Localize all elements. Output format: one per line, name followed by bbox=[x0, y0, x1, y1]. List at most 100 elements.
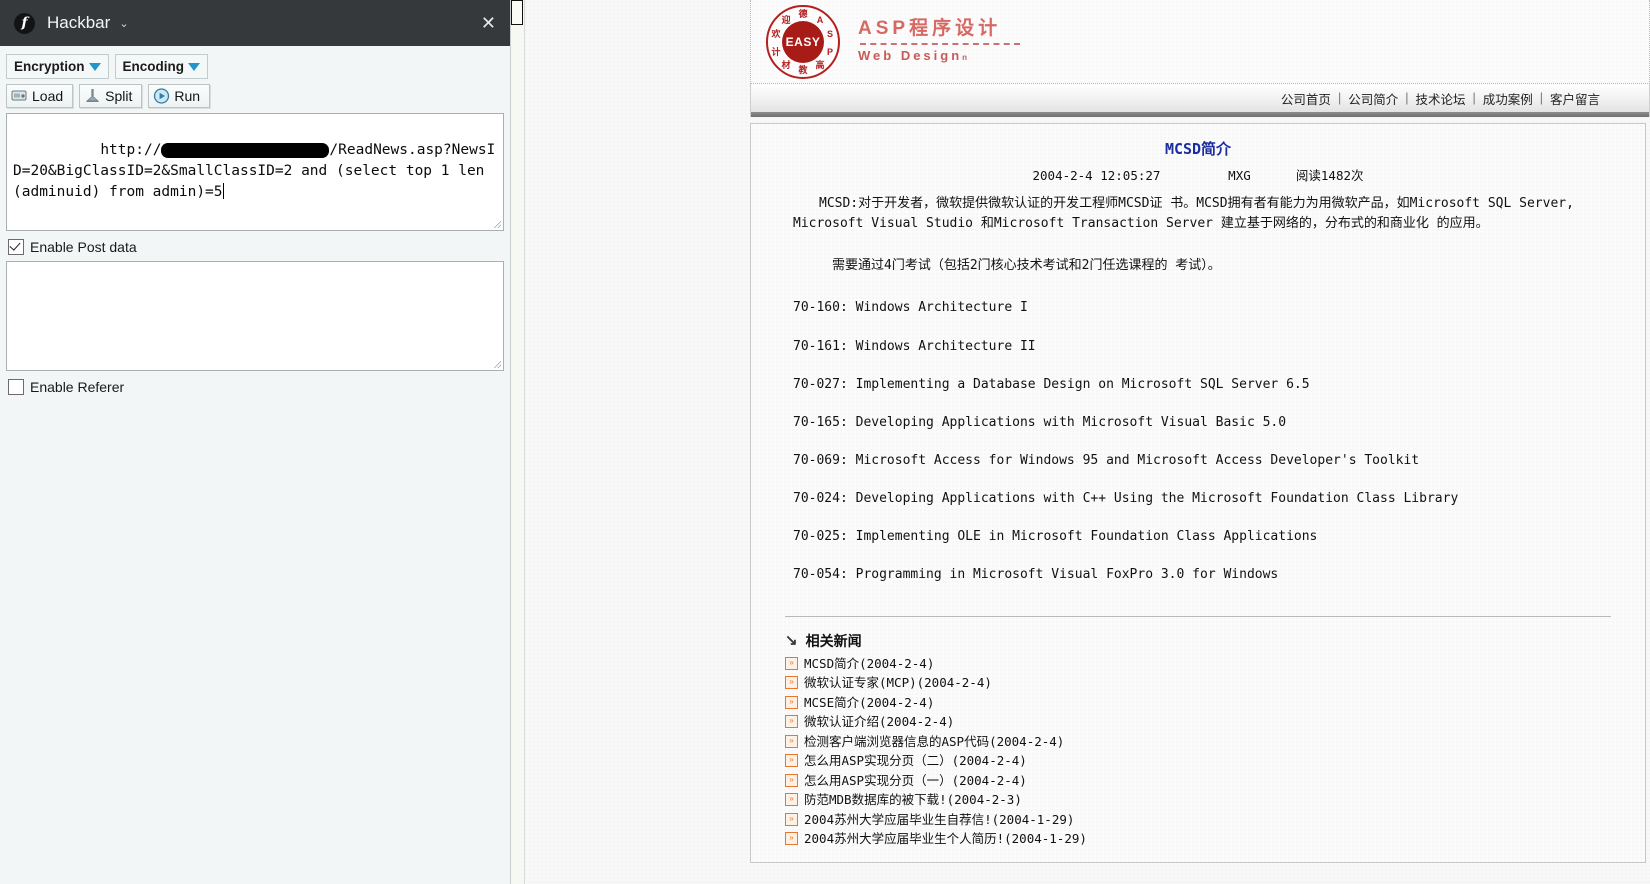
enable-referer-checkbox[interactable] bbox=[8, 379, 24, 395]
exam-line: 70-069: Microsoft Access for Windows 95 … bbox=[793, 452, 1420, 468]
arrow-bullet-icon: » bbox=[785, 812, 798, 826]
chevron-down-icon bbox=[188, 62, 201, 71]
arrow-bullet-icon: » bbox=[785, 773, 798, 787]
url-input[interactable]: http:///ReadNews.asp?NewsID=20&BigClassI… bbox=[6, 113, 504, 231]
text-caret bbox=[222, 183, 224, 199]
run-button-label: Run bbox=[174, 87, 201, 104]
list-item[interactable]: » 微软认证专家(MCP)(2004-2-4) bbox=[785, 673, 1617, 693]
related-news-link[interactable]: 微软认证专家(MCP)(2004-2-4) bbox=[804, 673, 992, 693]
enable-post-data-checkbox[interactable] bbox=[8, 239, 24, 255]
hackbar-dropdown-row: Encryption Encoding bbox=[6, 54, 504, 79]
logo-text-block: ASP程序设计 Web Designn bbox=[858, 18, 1020, 66]
split-button-label: Split bbox=[105, 87, 133, 104]
site-header: 德 A S P 高 教 材 计 欢 迎 EASY ASP程序设计 Web Des… bbox=[750, 0, 1650, 84]
redacted-host bbox=[161, 142, 330, 158]
logo-title: ASP程序设计 bbox=[858, 17, 1002, 39]
url-input-text: http:///ReadNews.asp?NewsID=20&BigClassI… bbox=[13, 142, 495, 200]
list-item[interactable]: » 2004苏州大学应届毕业生个人简历!(2004-1-29) bbox=[785, 829, 1617, 849]
nav-item-about[interactable]: 公司简介 bbox=[1341, 89, 1405, 108]
related-news-link[interactable]: 防范MDB数据库的被下载!(2004-2-3) bbox=[804, 790, 1022, 810]
arrow-bullet-icon: » bbox=[785, 754, 798, 768]
nav-item-forum[interactable]: 技术论坛 bbox=[1408, 89, 1472, 108]
arrow-bullet-icon: » bbox=[785, 656, 798, 670]
arrow-bullet-icon: » bbox=[785, 715, 798, 729]
related-news-link[interactable]: 怎么用ASP实现分页（一）(2004-2-4) bbox=[804, 771, 1027, 791]
close-icon[interactable]: ✕ bbox=[481, 14, 496, 32]
list-item[interactable]: » 微软认证介绍(2004-2-4) bbox=[785, 712, 1617, 732]
article-card: MCSD简介 2004-2-4 12:05:27 MXG 阅读1482次 MCS… bbox=[750, 123, 1646, 863]
exam-line: 70-025: Implementing OLE in Microsoft Fo… bbox=[793, 529, 1318, 545]
split-button[interactable]: Split bbox=[79, 84, 143, 108]
load-button-label: Load bbox=[32, 87, 64, 104]
load-button[interactable]: Load bbox=[6, 84, 74, 108]
nav-underline-bar bbox=[750, 112, 1650, 117]
arrow-bullet-icon: » bbox=[785, 676, 798, 690]
seal-ring-char: 材 bbox=[781, 60, 791, 70]
related-news-link[interactable]: MCSE简介(2004-2-4) bbox=[804, 693, 934, 713]
arrow-bullet-icon: » bbox=[785, 695, 798, 709]
hackbar-body: Encryption Encoding Load Split Run http:… bbox=[0, 46, 510, 395]
encryption-dropdown-label: Encryption bbox=[14, 59, 85, 74]
browser-page-background: 德 A S P 高 教 材 计 欢 迎 EASY ASP程序设计 Web Des… bbox=[0, 0, 1650, 884]
enable-referer-label: Enable Referer bbox=[30, 379, 125, 395]
exam-line: 70-161: Windows Architecture II bbox=[793, 338, 1036, 354]
run-icon bbox=[153, 87, 170, 104]
logo-divider bbox=[860, 42, 1020, 45]
list-item[interactable]: » MCSD简介(2004-2-4) bbox=[785, 654, 1617, 674]
related-news-list: » MCSD简介(2004-2-4) » 微软认证专家(MCP)(2004-2-4)… bbox=[779, 654, 1617, 849]
seal-ring-char: 高 bbox=[815, 60, 825, 70]
load-icon bbox=[11, 87, 28, 104]
easy-seal-icon: 德 A S P 高 教 材 计 欢 迎 EASY bbox=[766, 4, 840, 79]
related-news-link[interactable]: 2004苏州大学应届毕业生个人简历!(2004-1-29) bbox=[804, 829, 1087, 849]
split-icon bbox=[84, 87, 101, 104]
hackbar-titlebar: f Hackbar ⌄ ✕ bbox=[0, 0, 510, 46]
encryption-dropdown[interactable]: Encryption bbox=[6, 54, 109, 79]
related-news-heading: ↘ 相关新闻 bbox=[785, 631, 1617, 651]
related-news-link[interactable]: 微软认证介绍(2004-2-4) bbox=[804, 712, 954, 732]
asp-website: 德 A S P 高 教 材 计 欢 迎 EASY ASP程序设计 Web Des… bbox=[750, 0, 1650, 884]
hackbar-action-row: Load Split Run bbox=[6, 84, 504, 108]
run-button[interactable]: Run bbox=[148, 84, 211, 108]
related-news-title: 相关新闻 bbox=[805, 632, 862, 649]
encoding-dropdown[interactable]: Encoding bbox=[114, 54, 209, 79]
article-meta: 2004-2-4 12:05:27 MXG 阅读1482次 bbox=[1032, 168, 1364, 183]
seal-center-text: EASY bbox=[782, 20, 824, 63]
article-title: MCSD简介 bbox=[1164, 140, 1232, 158]
nav-item-cases[interactable]: 成功案例 bbox=[1476, 89, 1540, 108]
hackbar-title: Hackbar bbox=[47, 13, 111, 32]
list-item[interactable]: » MCSE简介(2004-2-4) bbox=[785, 693, 1617, 713]
site-logo: 德 A S P 高 教 材 计 欢 迎 EASY ASP程序设计 Web Des… bbox=[766, 4, 1020, 79]
list-item[interactable]: » 检测客户端浏览器信息的ASP代码(2004-2-4) bbox=[785, 732, 1617, 752]
list-item[interactable]: » 2004苏州大学应届毕业生自荐信!(2004-1-29) bbox=[785, 810, 1617, 830]
related-news-link[interactable]: 检测客户端浏览器信息的ASP代码(2004-2-4) bbox=[804, 732, 1064, 752]
nav-item-guestbook[interactable]: 客户留言 bbox=[1543, 89, 1607, 108]
logo-subtitle-tiny: n bbox=[962, 52, 971, 62]
enable-referer-row[interactable]: Enable Referer bbox=[8, 379, 504, 395]
page-scrollbar-thumb[interactable] bbox=[511, 0, 523, 25]
post-field-wrapper bbox=[6, 261, 504, 371]
post-data-input[interactable] bbox=[6, 261, 504, 371]
article-body: MCSD:对于开发者，微软提供微软认证的开发工程师MCSD证 书。MCSD拥有者… bbox=[779, 194, 1617, 586]
exam-line: 70-024: Developing Applications with C++… bbox=[793, 491, 1459, 507]
arrow-bullet-icon: » bbox=[785, 793, 798, 807]
seal-ring-char: 德 bbox=[798, 9, 808, 19]
list-item[interactable]: » 怎么用ASP实现分页（一）(2004-2-4) bbox=[785, 771, 1617, 791]
list-item[interactable]: » 怎么用ASP实现分页（二）(2004-2-4) bbox=[785, 751, 1617, 771]
exam-line: 70-165: Developing Applications with Mic… bbox=[793, 414, 1287, 430]
arrow-bullet-icon: » bbox=[785, 832, 798, 846]
list-item[interactable]: » 防范MDB数据库的被下载!(2004-2-3) bbox=[785, 790, 1617, 810]
exam-line: 70-027: Implementing a Database Design o… bbox=[793, 376, 1310, 392]
enable-post-data-row[interactable]: Enable Post data bbox=[8, 239, 504, 255]
nav-item-home[interactable]: 公司首页 bbox=[1274, 89, 1338, 108]
related-news-link[interactable]: 怎么用ASP实现分页（二）(2004-2-4) bbox=[804, 751, 1027, 771]
seal-ring-char: P bbox=[826, 46, 833, 57]
hackbar-panel: f Hackbar ⌄ ✕ Encryption Encoding Load S… bbox=[0, 0, 511, 884]
seal-ring-char: 迎 bbox=[781, 15, 791, 25]
chevron-down-icon[interactable]: ⌄ bbox=[119, 17, 128, 30]
logo-subtitle: Web Designn bbox=[858, 48, 1020, 66]
site-navigation[interactable]: 公司首页 | 公司简介 | 技术论坛 | 成功案例 | 客户留言 bbox=[750, 84, 1650, 112]
article-paragraph: MCSD:对于开发者，微软提供微软认证的开发工程师MCSD证 书。MCSD拥有者… bbox=[793, 196, 1574, 232]
related-news-link[interactable]: 2004苏州大学应届毕业生自荐信!(2004-1-29) bbox=[804, 810, 1074, 830]
related-news-link[interactable]: MCSD简介(2004-2-4) bbox=[804, 654, 934, 674]
page-scrollbar-track[interactable] bbox=[511, 0, 525, 884]
